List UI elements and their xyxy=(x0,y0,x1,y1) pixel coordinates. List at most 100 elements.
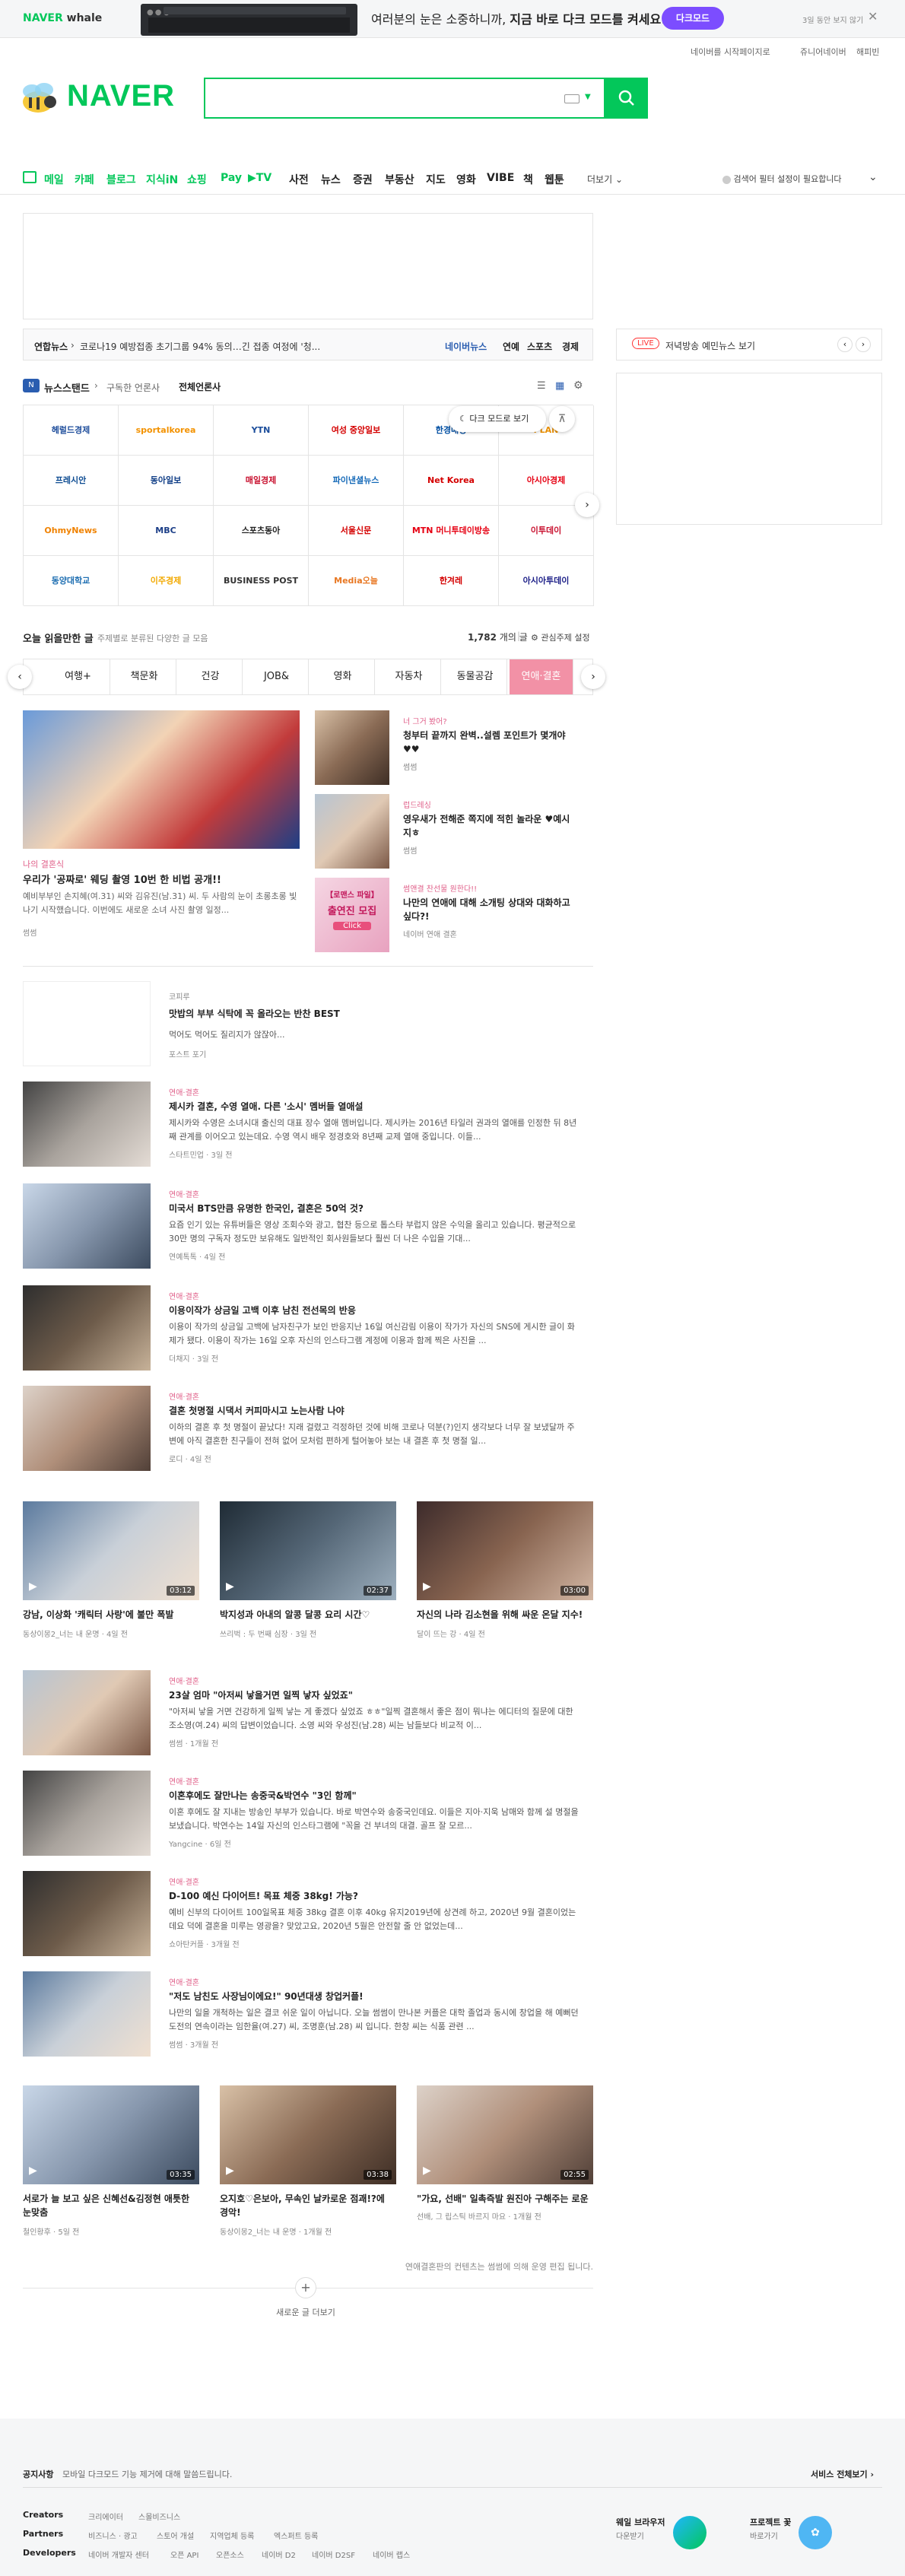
article-image[interactable] xyxy=(23,1386,151,1471)
article-source[interactable]: 썸썸 · 3개월 전 xyxy=(169,2038,218,2050)
footer-link[interactable]: 네이버 D2SF xyxy=(312,2549,355,2560)
footer-link[interactable]: 스토어 개설 xyxy=(157,2530,194,2541)
press-logo[interactable]: BUSINESS POST xyxy=(214,556,309,606)
press-logo[interactable]: YTN xyxy=(214,405,309,456)
article-title[interactable]: "저도 남친도 사장님이에요!" 90년대생 창업커플! xyxy=(169,1990,580,2003)
featured-desc[interactable]: 예비부부인 손지혜(여.31) 씨와 김유진(남.31) 씨. 두 사람의 눈이… xyxy=(23,890,300,917)
side-card-category[interactable]: 너 그거 봤어? xyxy=(403,715,447,726)
gear-icon[interactable]: ⚙ xyxy=(573,380,583,392)
side-card-image[interactable] xyxy=(315,794,389,869)
subscribed-press-tab[interactable]: 구독한 언론사 xyxy=(106,381,160,394)
notice-text[interactable]: 모바일 다크모드 기능 제거에 대해 말씀드립니다. xyxy=(62,2468,232,2480)
article-title[interactable]: 결혼 첫명절 시댁서 커피마시고 노는사람 나야 xyxy=(169,1404,580,1417)
ticker-source[interactable]: 연합뉴스 xyxy=(34,340,68,353)
video-source[interactable]: 쓰리벅 : 두 번째 심장 · 3일 전 xyxy=(220,1628,396,1639)
side-card-source[interactable]: 썸썸 xyxy=(403,761,417,772)
side-card-title[interactable]: 영우새가 전해준 쪽지에 적힌 놀라운 ♥예시지ㅎ xyxy=(403,812,578,840)
footer-link[interactable]: 네이버 랩스 xyxy=(373,2549,410,2560)
right-ad[interactable] xyxy=(616,373,882,525)
services-all-link[interactable]: 서비스 전체보기 › xyxy=(811,2468,874,2480)
nav-item-vibe[interactable]: VIBE xyxy=(487,172,514,184)
nav-more-button[interactable]: 더보기 ⌄ xyxy=(587,173,623,186)
interest-setting-button[interactable]: ⚙ 관심주제 설정 xyxy=(531,631,590,643)
article-category[interactable]: 연애·결혼 xyxy=(169,1086,199,1097)
press-logo[interactable]: 동아일보 xyxy=(119,456,214,506)
triangle-down-icon[interactable]: ▼ xyxy=(585,93,591,101)
video-thumbnail[interactable]: ▶ 03:12 xyxy=(23,1501,199,1600)
nav-item-webtoon[interactable]: 웹툰 xyxy=(545,172,564,187)
press-logo[interactable]: 한겨레 xyxy=(404,556,499,606)
article-desc[interactable]: 이하의 결혼 후 첫 명절이 끝났다! 지래 걸렸고 걱정하던 것에 비해 코로… xyxy=(169,1421,580,1448)
featured-title[interactable]: 우리가 '공짜로' 웨딩 촬영 10번 한 비법 공개!! xyxy=(23,872,300,886)
article-desc[interactable]: 이혼 후에도 잘 지내는 방송인 부부가 있습니다. 바로 박연수와 송중국인데… xyxy=(169,1806,580,1833)
grid-view-icon[interactable]: ▦ xyxy=(555,380,564,392)
video-thumbnail[interactable]: ▶ 03:00 xyxy=(417,1501,593,1600)
press-logo[interactable]: 매일경제 xyxy=(214,456,309,506)
press-logo[interactable]: OhmyNews xyxy=(24,506,119,556)
whale-icon[interactable] xyxy=(673,2516,707,2549)
press-logo[interactable]: 여성 중앙일보 xyxy=(309,405,404,456)
footer-link[interactable]: 크리에이터 xyxy=(88,2511,123,2522)
video-title[interactable]: 서로가 늘 보고 싶은 신혜선&김정현 애틋한 눈맞춤 xyxy=(23,2192,199,2219)
article-category[interactable]: 연애·결혼 xyxy=(169,1390,199,1402)
chevron-right-icon[interactable]: › xyxy=(575,493,599,517)
featured-source[interactable]: 썸썸 xyxy=(23,926,37,938)
tab-entertain[interactable]: 연예 xyxy=(503,340,519,353)
chevron-left-icon[interactable]: ‹ xyxy=(8,665,32,689)
close-icon[interactable]: ✕ xyxy=(868,9,878,24)
naver-news-link[interactable]: 네이버뉴스 xyxy=(445,340,487,353)
article-desc[interactable]: 예비 신부의 다이어트 100일목표 체중 38kg 결혼 이후 40kg 유지… xyxy=(169,1906,580,1933)
nav-item-book[interactable]: 책 xyxy=(523,172,533,187)
project-sub[interactable]: 바로가기 xyxy=(750,2530,778,2541)
article-source[interactable]: 더채지 · 3일 전 xyxy=(169,1352,218,1364)
nav-item-stock[interactable]: 증권 xyxy=(353,172,373,187)
keyboard-icon[interactable] xyxy=(564,94,580,103)
video-source[interactable]: 달이 뜨는 강 · 4일 전 xyxy=(417,1628,593,1639)
article-source[interactable]: 썸썸 · 1개월 전 xyxy=(169,1737,218,1749)
nav-item-mail[interactable]: 메일 xyxy=(44,172,64,187)
nav-item-movie[interactable]: 영화 xyxy=(456,172,476,187)
article-source[interactable]: 스타트민업 · 3일 전 xyxy=(169,1148,232,1160)
footer-link[interactable]: 스몰비즈니스 xyxy=(138,2511,180,2522)
set-startpage-link[interactable]: 네이버를 시작페이지로 xyxy=(691,46,770,58)
category-tab[interactable]: 여행+ xyxy=(46,659,110,694)
nav-item-cafe[interactable]: 카페 xyxy=(75,172,94,187)
press-logo[interactable]: 헤럴드경제 xyxy=(24,405,119,456)
press-logo[interactable]: MTN 머니투데이방송 xyxy=(404,506,499,556)
happybean-link[interactable]: 해피빈 xyxy=(856,46,879,58)
ad-banner[interactable] xyxy=(23,213,593,319)
article-desc[interactable]: 제시카와 수영은 소녀시대 출신의 대표 장수 열애 멤버입니다. 제시카는 2… xyxy=(169,1116,580,1144)
dark-mode-tip[interactable]: ☾ 다크 모드로 보기 xyxy=(449,406,546,432)
press-logo[interactable]: 동양대학교 xyxy=(24,556,119,606)
press-logo[interactable]: sportalkorea xyxy=(119,405,214,456)
search-filter-notice[interactable]: 검색어 필터 설정이 필요합니다 xyxy=(722,173,842,185)
newsstand-title[interactable]: 뉴스스탠드 xyxy=(44,380,90,395)
video-thumbnail[interactable]: ▶ 03:38 xyxy=(220,2085,396,2184)
best-card-label[interactable]: 코피루 xyxy=(169,990,190,1002)
category-tab[interactable]: 연애·결혼 xyxy=(510,659,573,694)
article-title[interactable]: 이용이작가 상금일 고백 이후 남친 전선목의 반응 xyxy=(169,1304,580,1317)
article-source[interactable]: 쇼아탄커플 · 3개월 전 xyxy=(169,1938,240,1949)
video-source[interactable]: 선배, 그 립스틱 바르지 마요 · 1개월 전 xyxy=(417,2210,593,2222)
whale-app-sub[interactable]: 다운받기 xyxy=(616,2530,644,2541)
footer-link[interactable]: 엑스퍼트 등록 xyxy=(274,2530,318,2541)
article-image[interactable] xyxy=(23,1871,151,1956)
category-tab[interactable]: 자동차 xyxy=(377,659,441,694)
footer-link[interactable]: 네이버 개발자 센터 xyxy=(88,2549,149,2560)
whale-logo[interactable]: NAVER whale xyxy=(23,12,102,24)
nav-item-dictionary[interactable]: 사전 xyxy=(289,172,309,187)
article-category[interactable]: 연애·결혼 xyxy=(169,1876,199,1887)
article-image[interactable] xyxy=(23,1183,151,1269)
category-tab[interactable]: 동물공감 xyxy=(443,659,507,694)
best-card-source[interactable]: 포스트 포기 xyxy=(169,1048,206,1059)
promo-image[interactable]: 【로맨스 파일】 출연진 모집 Click xyxy=(315,878,389,952)
nav-item-blog[interactable]: 블로그 xyxy=(106,172,136,187)
all-press-tab[interactable]: 전체언론사 xyxy=(179,380,221,393)
footer-link[interactable]: 비즈니스 · 광고 xyxy=(88,2530,138,2541)
chevron-right-icon[interactable]: › xyxy=(856,337,871,352)
press-logo[interactable]: MBC xyxy=(119,506,214,556)
dark-mode-button[interactable]: 다크모드 xyxy=(662,7,724,30)
press-logo[interactable]: Media오늘 xyxy=(309,556,404,606)
press-logo[interactable]: 서울신문 xyxy=(309,506,404,556)
side-card-title[interactable]: 나만의 연애에 대해 소개팅 상대와 대화하고 싶다?! xyxy=(403,896,578,923)
